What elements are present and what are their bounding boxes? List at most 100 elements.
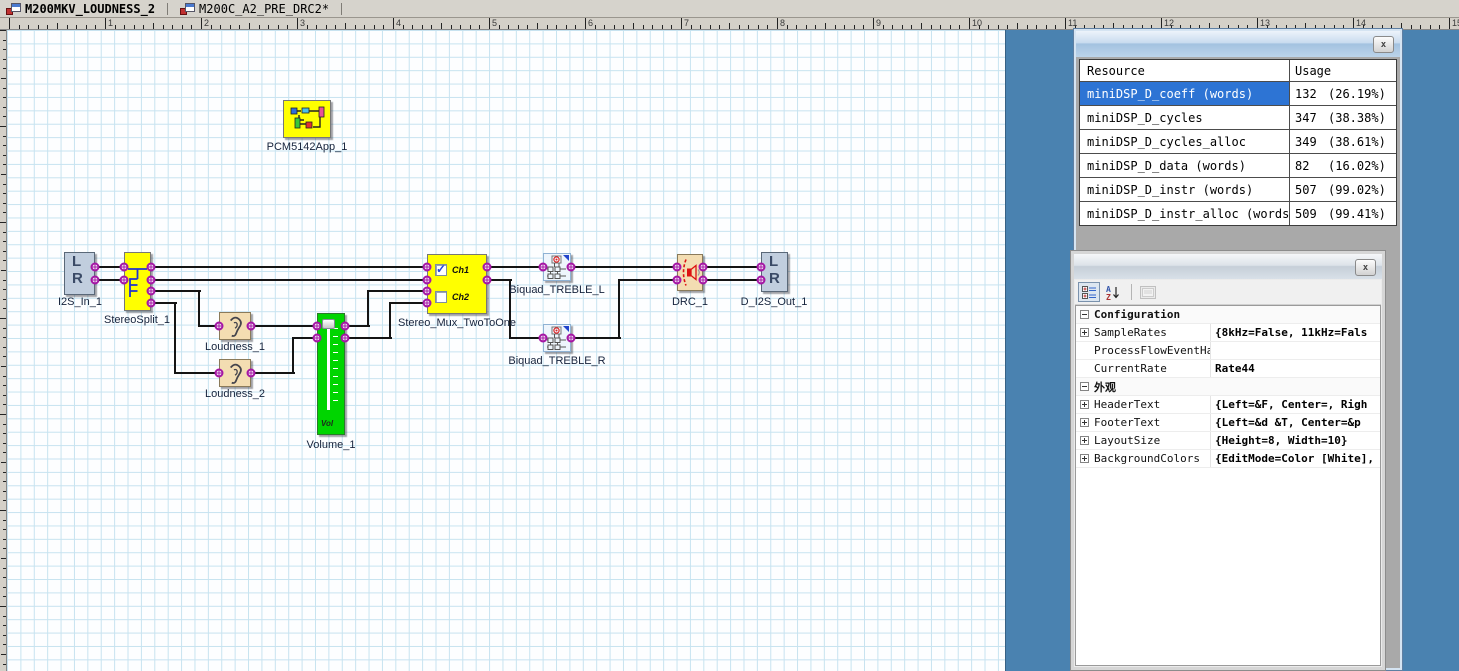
expand-icon[interactable] xyxy=(1080,436,1089,445)
property-row[interactable]: FooterText {Left=&d &T, Center=&p xyxy=(1076,414,1380,432)
categorized-view-button[interactable] xyxy=(1078,282,1100,302)
port[interactable] xyxy=(146,298,156,308)
property-row[interactable]: HeaderText {Left=&F, Center=, Righ xyxy=(1076,396,1380,414)
ch1-checkbox[interactable] xyxy=(435,262,447,276)
port[interactable] xyxy=(698,275,708,285)
port[interactable] xyxy=(214,368,224,378)
block-volume[interactable]: Vol xyxy=(317,313,345,435)
property-value[interactable]: {Left=&F, Center=, Righ xyxy=(1210,396,1380,413)
close-icon[interactable]: x xyxy=(1355,259,1376,276)
port[interactable] xyxy=(90,275,100,285)
port[interactable] xyxy=(422,286,432,296)
wire[interactable] xyxy=(571,337,621,339)
port[interactable] xyxy=(566,262,576,272)
port[interactable] xyxy=(422,262,432,272)
wire[interactable] xyxy=(487,266,545,268)
expand-icon[interactable] xyxy=(1080,400,1089,409)
property-row[interactable]: ProcessFlowEventHar xyxy=(1076,342,1380,360)
resource-table-row[interactable]: miniDSP_D_data (words) 82 (16.02%) xyxy=(1080,153,1396,177)
property-row[interactable]: SampleRates {8kHz=False, 11kHz=Fals xyxy=(1076,324,1380,342)
port[interactable] xyxy=(119,262,129,272)
wire[interactable] xyxy=(251,325,319,327)
port[interactable] xyxy=(312,321,322,331)
port[interactable] xyxy=(538,262,548,272)
port[interactable] xyxy=(482,262,492,272)
port[interactable] xyxy=(756,275,766,285)
property-row[interactable]: CurrentRate Rate44 xyxy=(1076,360,1380,378)
wire[interactable] xyxy=(571,266,679,268)
port[interactable] xyxy=(672,262,682,272)
resource-table-row[interactable]: miniDSP_D_coeff (words) 132 (26.19%) xyxy=(1080,81,1396,105)
tab-m200c-a2-pre-drc2[interactable]: M200C_A2_PRE_DRC2* xyxy=(174,0,335,18)
resource-window-titlebar[interactable]: x xyxy=(1076,31,1400,57)
block-d-i2s-out[interactable]: L R xyxy=(761,252,788,292)
property-value[interactable]: {Left=&d &T, Center=&p xyxy=(1210,414,1380,431)
resource-name-cell[interactable]: miniDSP_D_data (words) xyxy=(1080,154,1290,177)
port[interactable] xyxy=(422,298,432,308)
port[interactable] xyxy=(214,321,224,331)
port[interactable] xyxy=(312,333,322,343)
expand-icon[interactable] xyxy=(1080,418,1089,427)
wire[interactable] xyxy=(703,266,763,268)
port[interactable] xyxy=(538,333,548,343)
resource-table-row[interactable]: miniDSP_D_cycles 347 (38.38%) xyxy=(1080,105,1396,129)
port[interactable] xyxy=(90,262,100,272)
resource-table-row[interactable]: miniDSP_D_instr (words) 507 (99.02%) xyxy=(1080,177,1396,201)
wire[interactable] xyxy=(151,266,429,268)
volume-slider-track[interactable] xyxy=(327,321,330,410)
wire[interactable] xyxy=(292,337,294,374)
volume-slider-thumb[interactable] xyxy=(322,319,335,329)
property-value[interactable]: {Height=8, Width=10} xyxy=(1210,432,1380,449)
port[interactable] xyxy=(698,262,708,272)
wire[interactable] xyxy=(174,302,176,374)
property-category-row[interactable]: 外观 xyxy=(1076,378,1380,396)
resource-name-cell[interactable]: miniDSP_D_instr_alloc (words) xyxy=(1080,202,1290,225)
property-value[interactable]: Rate44 xyxy=(1210,360,1380,377)
wire[interactable] xyxy=(198,290,200,327)
wire[interactable] xyxy=(151,290,201,292)
resource-name-cell[interactable]: miniDSP_D_cycles xyxy=(1080,106,1290,129)
port[interactable] xyxy=(246,368,256,378)
property-category-row[interactable]: Configuration xyxy=(1076,306,1380,324)
wire[interactable] xyxy=(367,290,369,327)
property-value[interactable]: {8kHz=False, 11kHz=Fals xyxy=(1210,324,1380,341)
resource-name-cell[interactable]: miniDSP_D_instr (words) xyxy=(1080,178,1290,201)
port[interactable] xyxy=(756,262,766,272)
expand-icon[interactable] xyxy=(1080,328,1089,337)
property-window-titlebar[interactable]: x xyxy=(1074,254,1382,279)
alphabetical-sort-button[interactable]: A Z xyxy=(1102,282,1124,302)
port[interactable] xyxy=(566,333,576,343)
collapse-icon[interactable] xyxy=(1080,310,1089,319)
close-icon[interactable]: x xyxy=(1373,36,1394,53)
port[interactable] xyxy=(340,321,350,331)
wire[interactable] xyxy=(251,372,295,374)
resource-name-cell[interactable]: miniDSP_D_coeff (words) xyxy=(1080,82,1290,105)
port[interactable] xyxy=(340,333,350,343)
wire[interactable] xyxy=(618,279,620,339)
property-value[interactable]: {EditMode=Color [White], xyxy=(1210,450,1380,467)
design-canvas[interactable] xyxy=(7,30,1005,671)
block-pcm5142app[interactable] xyxy=(283,100,331,138)
resource-table-row[interactable]: miniDSP_D_cycles_alloc 349 (38.61%) xyxy=(1080,129,1396,153)
port[interactable] xyxy=(146,262,156,272)
block-i2s-in[interactable]: L R xyxy=(64,252,95,295)
port[interactable] xyxy=(146,275,156,285)
wire[interactable] xyxy=(619,279,679,281)
ch2-checkbox[interactable] xyxy=(435,290,447,303)
wire[interactable] xyxy=(368,290,429,292)
property-row[interactable]: BackgroundColors {EditMode=Color [White], xyxy=(1076,450,1380,468)
wire[interactable] xyxy=(151,279,429,281)
resource-name-cell[interactable]: miniDSP_D_cycles_alloc xyxy=(1080,130,1290,153)
port[interactable] xyxy=(672,275,682,285)
block-stereo-mux[interactable]: Ch1 Ch2 xyxy=(427,254,487,314)
port[interactable] xyxy=(482,275,492,285)
property-row[interactable]: LayoutSize {Height=8, Width=10} xyxy=(1076,432,1380,450)
resource-table-row[interactable]: miniDSP_D_instr_alloc (words) 509 (99.41%) xyxy=(1080,201,1396,225)
tab-m200mkv-loudness-2[interactable]: M200MKV_LOUDNESS_2 xyxy=(0,0,161,18)
port[interactable] xyxy=(146,286,156,296)
port[interactable] xyxy=(246,321,256,331)
wire[interactable] xyxy=(389,302,391,339)
collapse-icon[interactable] xyxy=(1080,382,1089,391)
port[interactable] xyxy=(119,275,129,285)
block-drc[interactable] xyxy=(677,254,703,291)
